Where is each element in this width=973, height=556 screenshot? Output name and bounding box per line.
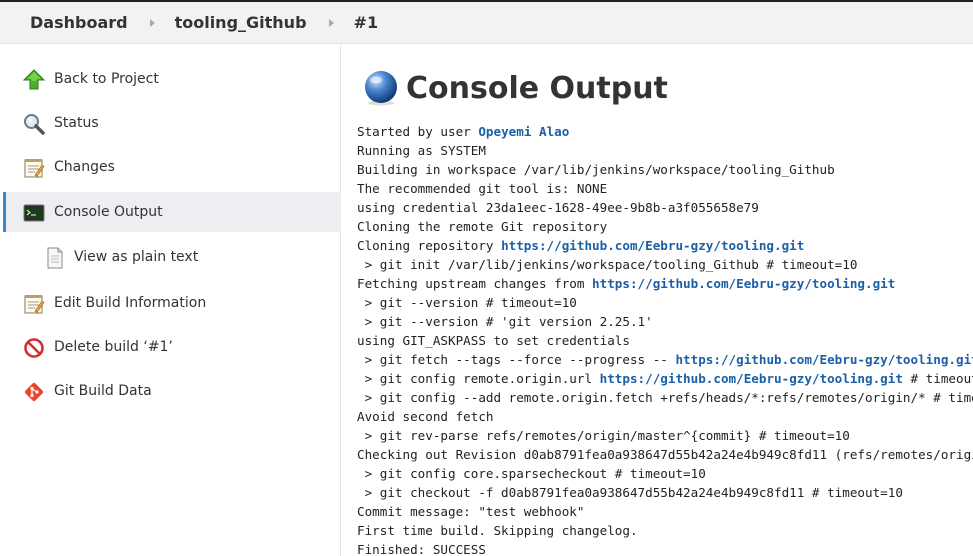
console-line: Cloning the remote Git repository	[357, 217, 973, 236]
console-text: > git checkout -f d0ab8791fea0a938647d55…	[357, 485, 903, 500]
page-title: Console Output	[406, 70, 668, 106]
main-content: Console Output Started by user Opeyemi A…	[342, 44, 973, 556]
console-text: Building in workspace /var/lib/jenkins/w…	[357, 162, 835, 177]
console-text: The recommended git tool is: NONE	[357, 181, 608, 196]
console-line: using credential 23da1eec-1628-49ee-9b8b…	[357, 198, 973, 217]
console-log: Started by user Opeyemi Alao Running as S…	[357, 122, 973, 556]
sidebar-item-edit-build-information[interactable]: Edit Build Information	[3, 283, 341, 323]
console-text: > git config --add remote.origin.fetch +…	[357, 390, 973, 405]
sidebar-item-back-to-project[interactable]: Back to Project	[3, 59, 341, 99]
sidebar-item-view-as-plain-text[interactable]: View as plain text	[3, 237, 341, 277]
console-text: using GIT_ASKPASS to set credentials	[357, 333, 630, 348]
console-link[interactable]: Opeyemi Alao	[478, 124, 569, 139]
console-link[interactable]: https://github.com/Eebru-gzy/tooling.git	[600, 371, 903, 386]
console-line: Finished: SUCCESS	[357, 540, 973, 556]
no-entry-icon	[24, 338, 44, 358]
up-arrow-icon	[23, 69, 45, 90]
console-line: > git --version # timeout=10	[357, 293, 973, 312]
console-text: Cloning repository	[357, 238, 502, 253]
globe-icon	[365, 71, 397, 106]
console-line: Avoid second fetch	[357, 407, 973, 426]
console-line: Started by user Opeyemi Alao	[357, 122, 973, 141]
console-line: Fetching upstream changes from https://g…	[357, 274, 973, 293]
console-text: Finished: SUCCESS	[357, 542, 486, 556]
console-line: Running as SYSTEM	[357, 141, 973, 160]
console-text: using credential 23da1eec-1628-49ee-9b8b…	[357, 200, 759, 215]
chevron-right-icon[interactable]	[149, 18, 155, 27]
document-icon	[47, 247, 63, 269]
console-line: First time build. Skipping changelog.	[357, 521, 973, 540]
sidebar-item-delete-build[interactable]: Delete build ‘#1’	[3, 327, 341, 367]
console-line: Cloning repository https://github.com/Ee…	[357, 236, 973, 255]
sidebar-item-git-build-data[interactable]: Git Build Data	[3, 371, 341, 411]
console-line: using GIT_ASKPASS to set credentials	[357, 331, 973, 350]
chevron-right-icon[interactable]	[328, 18, 334, 27]
sidebar-item-label: Git Build Data	[54, 383, 152, 399]
page-header: Console Output	[362, 66, 668, 110]
console-text: Started by user	[357, 124, 479, 139]
console-text: > git config core.sparsecheckout # timeo…	[357, 466, 706, 481]
sidebar-item-label: Status	[54, 115, 99, 131]
magnifier-icon	[24, 114, 45, 135]
console-line: Commit message: "test webhook"	[357, 502, 973, 521]
sidebar: Back to Project Status Changes Console O…	[0, 44, 341, 556]
git-icon	[24, 382, 44, 402]
terminal-icon	[23, 204, 45, 222]
sidebar-item-label: View as plain text	[74, 249, 199, 265]
sidebar-item-changes[interactable]: Changes	[3, 147, 341, 187]
console-line: Building in workspace /var/lib/jenkins/w…	[357, 160, 973, 179]
console-line: > git init /var/lib/jenkins/workspace/to…	[357, 255, 973, 274]
console-line: > git fetch --tags --force --progress --…	[357, 350, 973, 369]
notepad-icon	[24, 159, 45, 178]
breadcrumb-build[interactable]: #1	[354, 13, 379, 32]
sidebar-item-status[interactable]: Status	[3, 103, 341, 143]
sidebar-item-label: Delete build ‘#1’	[54, 339, 173, 355]
breadcrumb-dashboard[interactable]: Dashboard	[30, 13, 128, 32]
console-text: > git fetch --tags --force --progress --	[357, 352, 676, 367]
console-line: Checking out Revision d0ab8791fea0a93864…	[357, 445, 973, 464]
console-text: Fetching upstream changes from	[357, 276, 593, 291]
breadcrumb-project[interactable]: tooling_Github	[175, 13, 307, 32]
console-text: Commit message: "test webhook"	[357, 504, 585, 519]
console-link[interactable]: https://github.com/Eebru-gzy/tooling.git	[501, 238, 804, 253]
console-text: First time build. Skipping changelog.	[357, 523, 638, 538]
console-text: > git --version # 'git version 2.25.1'	[357, 314, 653, 329]
console-text: Running as SYSTEM	[357, 143, 486, 158]
console-link[interactable]: https://github.com/Eebru-gzy/tooling.git	[592, 276, 895, 291]
breadcrumb: Dashboard tooling_Github #1	[0, 0, 973, 44]
console-line: > git config remote.origin.url https://g…	[357, 369, 973, 388]
console-text: > git --version # timeout=10	[357, 295, 577, 310]
console-line: The recommended git tool is: NONE	[357, 179, 973, 198]
sidebar-item-label: Edit Build Information	[54, 295, 207, 311]
sidebar-item-label: Back to Project	[54, 71, 159, 87]
console-text: Checking out Revision d0ab8791fea0a93864…	[357, 447, 973, 462]
console-text: Avoid second fetch	[357, 409, 494, 424]
console-text: > git rev-parse refs/remotes/origin/mast…	[357, 428, 850, 443]
console-text: Cloning the remote Git repository	[357, 219, 608, 234]
console-line: > git config core.sparsecheckout # timeo…	[357, 464, 973, 483]
console-line: > git rev-parse refs/remotes/origin/mast…	[357, 426, 973, 445]
console-line: > git --version # 'git version 2.25.1'	[357, 312, 973, 331]
console-text: > git init /var/lib/jenkins/workspace/to…	[357, 257, 858, 272]
console-text: # timeout=10	[910, 371, 973, 386]
console-line: > git config --add remote.origin.fetch +…	[357, 388, 973, 407]
notepad-edit-icon	[24, 295, 45, 314]
console-text: > git config remote.origin.url	[357, 371, 600, 386]
sidebar-item-label: Console Output	[54, 204, 163, 220]
sidebar-item-label: Changes	[54, 159, 115, 175]
sidebar-item-console-output[interactable]: Console Output	[3, 192, 341, 232]
console-link[interactable]: https://github.com/Eebru-gzy/tooling.git	[675, 352, 973, 367]
console-line: > git checkout -f d0ab8791fea0a938647d55…	[357, 483, 973, 502]
